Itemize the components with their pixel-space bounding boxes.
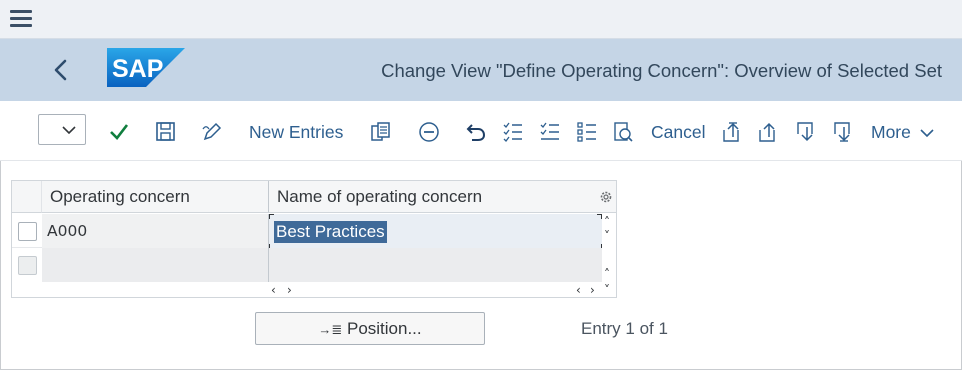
position-icon: →≣ (318, 322, 343, 337)
previous-page-icon[interactable] (758, 121, 780, 143)
position-button[interactable]: →≣ Position... (255, 312, 485, 345)
print-icon[interactable] (612, 121, 634, 143)
hamburger-menu-icon[interactable] (10, 10, 32, 28)
more-label: More (871, 122, 911, 142)
sap-logo: SAP (107, 48, 185, 87)
chevron-down-icon (920, 129, 934, 138)
cancel-button[interactable]: Cancel (651, 122, 705, 143)
column-header-operating-concern[interactable]: Operating concern (42, 181, 269, 213)
edit-icon[interactable] (201, 121, 223, 143)
table-row: A000 Best Practices (12, 214, 616, 249)
horizontal-scrollbar-col1[interactable]: ‹ › (269, 282, 309, 297)
copy-icon[interactable] (370, 121, 392, 143)
back-icon[interactable] (50, 57, 72, 83)
vertical-scrollbar[interactable]: ˄ ˅ ˄ (602, 214, 616, 282)
page-title: Change View "Define Operating Concern": … (381, 60, 942, 81)
next-page-icon[interactable] (796, 121, 818, 143)
deselect-all-icon[interactable] (539, 121, 561, 143)
operating-concern-cell: A000 (42, 214, 269, 248)
scroll-down-icon[interactable]: ˅ (604, 284, 610, 296)
check-icon[interactable] (108, 121, 130, 143)
delete-icon[interactable] (418, 121, 440, 143)
scroll-down-icon[interactable]: ˅ (604, 230, 610, 242)
undo-icon[interactable] (465, 121, 487, 143)
menu-bar (0, 0, 962, 39)
name-input[interactable]: Best Practices (274, 221, 387, 243)
command-select[interactable] (38, 114, 86, 145)
scroll-left-icon[interactable]: ‹ (271, 284, 276, 296)
name-cell[interactable] (269, 248, 602, 282)
first-page-icon[interactable] (722, 121, 744, 143)
scroll-right-icon[interactable]: › (590, 284, 595, 296)
save-icon[interactable] (155, 121, 177, 143)
scroll-left-icon[interactable]: ‹ (576, 284, 581, 296)
row-checkbox[interactable] (18, 222, 37, 241)
entries-table: Operating concern Name of operating conc… (11, 180, 617, 298)
table-row (12, 248, 616, 282)
scroll-right-icon[interactable]: › (287, 284, 292, 296)
select-column-header[interactable] (12, 181, 42, 213)
position-label: Position... (346, 319, 422, 338)
name-cell[interactable]: Best Practices (269, 214, 602, 249)
more-button[interactable]: More (871, 122, 934, 143)
shell-header: SAP Change View "Define Operating Concer… (0, 39, 962, 101)
last-page-icon[interactable] (833, 121, 855, 143)
entry-status: Entry 1 of 1 (581, 319, 668, 338)
new-entries-button[interactable]: New Entries (249, 122, 343, 143)
row-selector (12, 248, 42, 282)
toolbar: New Entries Cancel More (0, 101, 962, 161)
chevron-down-icon (62, 126, 76, 134)
select-all-icon[interactable] (502, 121, 524, 143)
table-settings-icon[interactable] (598, 181, 616, 213)
row-selector (12, 214, 42, 248)
horizontal-scrollbar-col2[interactable]: ‹ › ˅ (574, 282, 616, 297)
operating-concern-cell[interactable] (42, 248, 269, 282)
scroll-up-icon[interactable]: ˄ (604, 268, 610, 280)
scroll-up-icon[interactable]: ˄ (604, 216, 610, 228)
svg-text:SAP: SAP (112, 55, 163, 83)
column-header-name[interactable]: Name of operating concern (269, 181, 598, 213)
row-checkbox[interactable] (18, 256, 37, 275)
select-block-icon[interactable] (576, 121, 598, 143)
